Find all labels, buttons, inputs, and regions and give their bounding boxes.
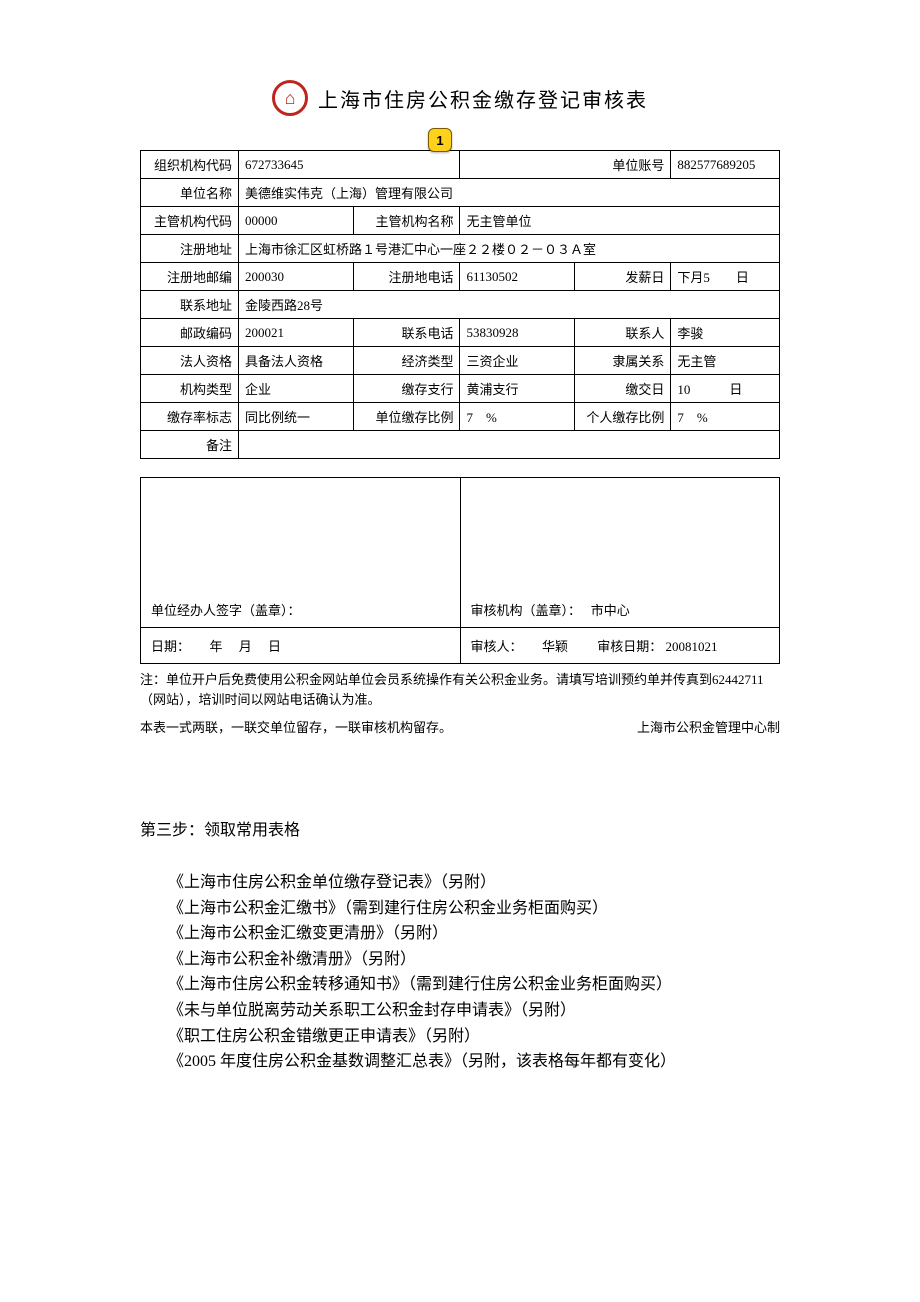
doc-list: 《上海市住房公积金单位缴存登记表》（另附） 《上海市公积金汇缴书》（需到建行住房… (140, 870, 780, 1075)
label-reg-zip: 注册地邮编 (141, 263, 239, 291)
value-unit-acct: 882577689205 (671, 151, 780, 179)
list-item: 《上海市公积金汇缴变更清册》（另附） (168, 921, 780, 947)
value-reg-tel: 61130502 (460, 263, 575, 291)
value-reg-zip: 200030 (238, 263, 353, 291)
list-item: 《2005 年度住房公积金基数调整汇总表》（另附，该表格每年都有变化） (168, 1049, 780, 1075)
auditor: 审核人： 华颖 (471, 639, 569, 654)
list-item: 《未与单位脱离劳动关系职工公积金封存申请表》（另附） (168, 998, 780, 1024)
list-item: 《上海市公积金补缴清册》（另附） (168, 947, 780, 973)
label-econ-type: 经济类型 (353, 347, 459, 375)
note-2a: 本表一式两联，一联交单位留存，一联审核机构留存。 (140, 717, 452, 736)
label-unit-rate: 单位缴存比例 (353, 403, 459, 431)
handler-sign-label: 单位经办人签字（盖章）： (151, 603, 301, 618)
list-item: 《职工住房公积金错缴更正申请表》（另附） (168, 1024, 780, 1050)
value-supv-code: 00000 (238, 207, 353, 235)
value-branch: 黄浦支行 (460, 375, 575, 403)
list-item: 《上海市住房公积金转移通知书》（需到建行住房公积金业务柜面购买） (168, 972, 780, 998)
label-unit-name: 单位名称 (141, 179, 239, 207)
note-1: 注：单位开户后免费使用公积金网站单位会员系统操作有关公积金业务。请填写培训预约单… (140, 670, 780, 709)
value-post-zip: 200021 (238, 319, 353, 347)
label-reg-tel: 注册地电话 (353, 263, 459, 291)
value-contact-tel: 53830928 (460, 319, 575, 347)
value-legal: 具备法人资格 (238, 347, 353, 375)
label-contact-tel: 联系电话 (353, 319, 459, 347)
label-org-code: 组织机构代码 (141, 151, 239, 179)
value-econ-type: 三资企业 (460, 347, 575, 375)
label-pers-rate: 个人缴存比例 (575, 403, 671, 431)
label-supv-code: 主管机构代码 (141, 207, 239, 235)
document-title: 上海市住房公积金缴存登记审核表 (318, 84, 648, 113)
step-3-heading: 第三步：领取常用表格 (140, 816, 780, 840)
label-post-zip: 邮政编码 (141, 319, 239, 347)
audit-date: 20081021 (666, 639, 718, 654)
annotation-balloon: 1 (428, 128, 452, 152)
value-unit-rate: 7 % (460, 403, 575, 431)
label-submit-day: 缴交日 (575, 375, 671, 403)
date-left: 日期： 年 月 日 (151, 639, 281, 654)
label-branch: 缴存支行 (353, 375, 459, 403)
value-submit-day: 10 日 (671, 375, 780, 403)
value-supv-name: 无主管单位 (460, 207, 780, 235)
value-org-code: 672733645 (238, 151, 460, 179)
value-rate-flag: 同比例统一 (238, 403, 353, 431)
handler-sign-cell: 单位经办人签字（盖章）： (141, 478, 461, 628)
audit-date-label: 审核日期： (597, 639, 662, 654)
signature-table: 单位经办人签字（盖章）： 审核机构（盖章）： 市中心 日期： 年 月 日 审核人… (140, 477, 780, 664)
label-supv-name: 主管机构名称 (353, 207, 459, 235)
label-contact-addr: 联系地址 (141, 291, 239, 319)
value-unit-name: 美德维实伟克（上海）管理有限公司 (238, 179, 779, 207)
auditor-org-label: 审核机构（盖章）： 市中心 (471, 603, 630, 618)
label-unit-acct: 单位账号 (460, 151, 671, 179)
value-org-type: 企业 (238, 375, 353, 403)
value-remark (238, 431, 779, 459)
value-sub-rel: 无主管 (671, 347, 780, 375)
label-remark: 备注 (141, 431, 239, 459)
label-legal: 法人资格 (141, 347, 239, 375)
value-contact-addr: 金陵西路28号 (238, 291, 779, 319)
list-item: 《上海市公积金汇缴书》（需到建行住房公积金业务柜面购买） (168, 896, 780, 922)
label-org-type: 机构类型 (141, 375, 239, 403)
audit-info-cell: 审核人： 华颖 审核日期： 20081021 (460, 628, 780, 664)
note-2b: 上海市公积金管理中心制 (637, 717, 780, 736)
label-payday: 发薪日 (575, 263, 671, 291)
value-contact-person: 李骏 (671, 319, 780, 347)
registration-form-table: 组织机构代码 672733645 单位账号 882577689205 单位名称 … (140, 150, 780, 459)
value-payday: 下月5 日 (671, 263, 780, 291)
value-reg-addr: 上海市徐汇区虹桥路１号港汇中心一座２２楼０２－０３Ａ室 (238, 235, 779, 263)
date-left-cell: 日期： 年 月 日 (141, 628, 461, 664)
label-rate-flag: 缴存率标志 (141, 403, 239, 431)
label-reg-addr: 注册地址 (141, 235, 239, 263)
label-contact-person: 联系人 (575, 319, 671, 347)
list-item: 《上海市住房公积金单位缴存登记表》（另附） (168, 870, 780, 896)
label-sub-rel: 隶属关系 (575, 347, 671, 375)
logo-icon: ⌂ (272, 80, 308, 116)
value-pers-rate: 7 % (671, 403, 780, 431)
auditor-org-cell: 审核机构（盖章）： 市中心 (460, 478, 780, 628)
